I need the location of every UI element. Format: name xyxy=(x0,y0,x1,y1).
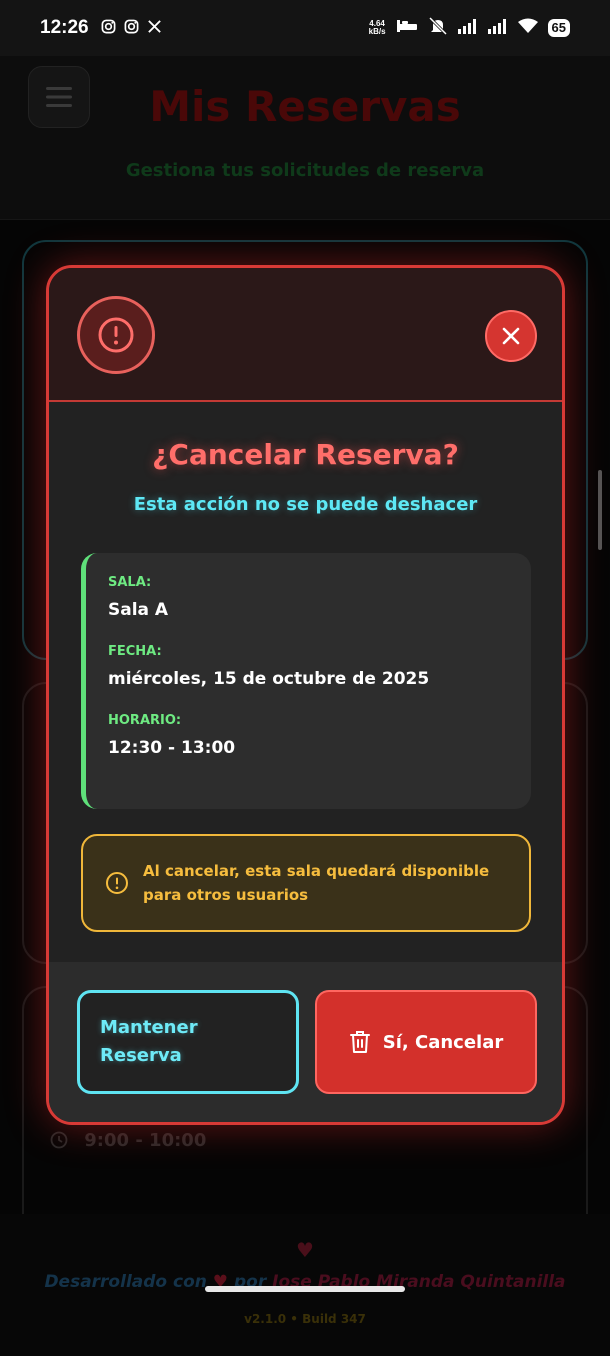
page-header: Mis Reservas Gestiona tus solicitudes de… xyxy=(0,56,610,220)
battery-icon: 65 xyxy=(547,19,570,37)
reservation-time: 9:00 - 10:00 xyxy=(50,1130,206,1151)
warning-notice-text: Al cancelar, esta sala quedará disponibl… xyxy=(143,862,490,904)
confirm-cancel-label: Sí, Cancelar xyxy=(382,1031,504,1053)
date-label: FECHA: xyxy=(108,644,162,659)
reservation-time-text: 9:00 - 10:00 xyxy=(84,1130,207,1151)
close-icon xyxy=(502,327,520,345)
wifi-icon xyxy=(517,18,538,39)
room-label: SALA: xyxy=(108,575,152,590)
heart-icon: ♥ xyxy=(296,1238,314,1262)
date-value: miércoles, 15 de octubre de 2025 xyxy=(108,669,430,689)
instagram-icon xyxy=(124,19,139,38)
page-footer: ♥ Desarrollado con ♥ por Jose Pablo Mira… xyxy=(0,1214,610,1356)
bed-icon xyxy=(396,19,418,38)
close-button[interactable] xyxy=(485,310,537,362)
page-subtitle: Gestiona tus solicitudes de reserva xyxy=(125,160,485,181)
dialog-title: ¿Cancelar Reserva? xyxy=(152,438,459,471)
x-icon xyxy=(147,19,162,38)
time-label: HORARIO: xyxy=(108,713,182,728)
dialog-header xyxy=(49,268,562,402)
clock: 12:26 xyxy=(40,17,89,38)
confirm-cancel-button[interactable]: Sí, Cancelar xyxy=(315,990,537,1094)
page-title: Mis Reservas xyxy=(149,82,461,131)
warning-icon xyxy=(77,296,155,374)
trash-icon xyxy=(349,1031,370,1053)
keep-reservation-label: Mantener Reserva xyxy=(100,1017,198,1066)
alert-circle-icon xyxy=(106,872,128,894)
clock-icon xyxy=(50,1131,68,1149)
reservation-details: SALA: Sala A FECHA: miércoles, 15 de oct… xyxy=(81,553,531,809)
status-bar-left: 12:26 xyxy=(40,17,162,39)
instagram-icon xyxy=(101,19,116,38)
signal-icon xyxy=(487,18,508,39)
mute-icon xyxy=(428,16,448,40)
home-indicator[interactable] xyxy=(205,1286,405,1292)
warning-notice: Al cancelar, esta sala quedará disponibl… xyxy=(81,834,531,932)
scrollbar[interactable] xyxy=(598,470,602,550)
version-text: v2.1.0 • Build 347 xyxy=(244,1312,366,1326)
network-speed-unit: kB/s xyxy=(368,27,386,36)
room-value: Sala A xyxy=(108,600,169,620)
time-value: 12:30 - 13:00 xyxy=(108,738,236,758)
dialog-footer: Mantener Reserva Sí, Cancelar xyxy=(49,962,562,1122)
status-bar: 12:26 4.64 kB/s 65 xyxy=(0,0,610,56)
network-speed: 4.64 kB/s xyxy=(369,20,386,36)
status-bar-right: 4.64 kB/s 65 xyxy=(369,16,570,40)
credit-prefix: Desarrollado con xyxy=(44,1272,207,1292)
signal-icon xyxy=(457,18,478,39)
cancel-reservation-dialog: ¿Cancelar Reserva? Esta acción no se pue… xyxy=(46,265,565,1125)
keep-reservation-button[interactable]: Mantener Reserva xyxy=(77,990,299,1094)
dialog-subtitle: Esta acción no se puede deshacer xyxy=(133,494,478,515)
